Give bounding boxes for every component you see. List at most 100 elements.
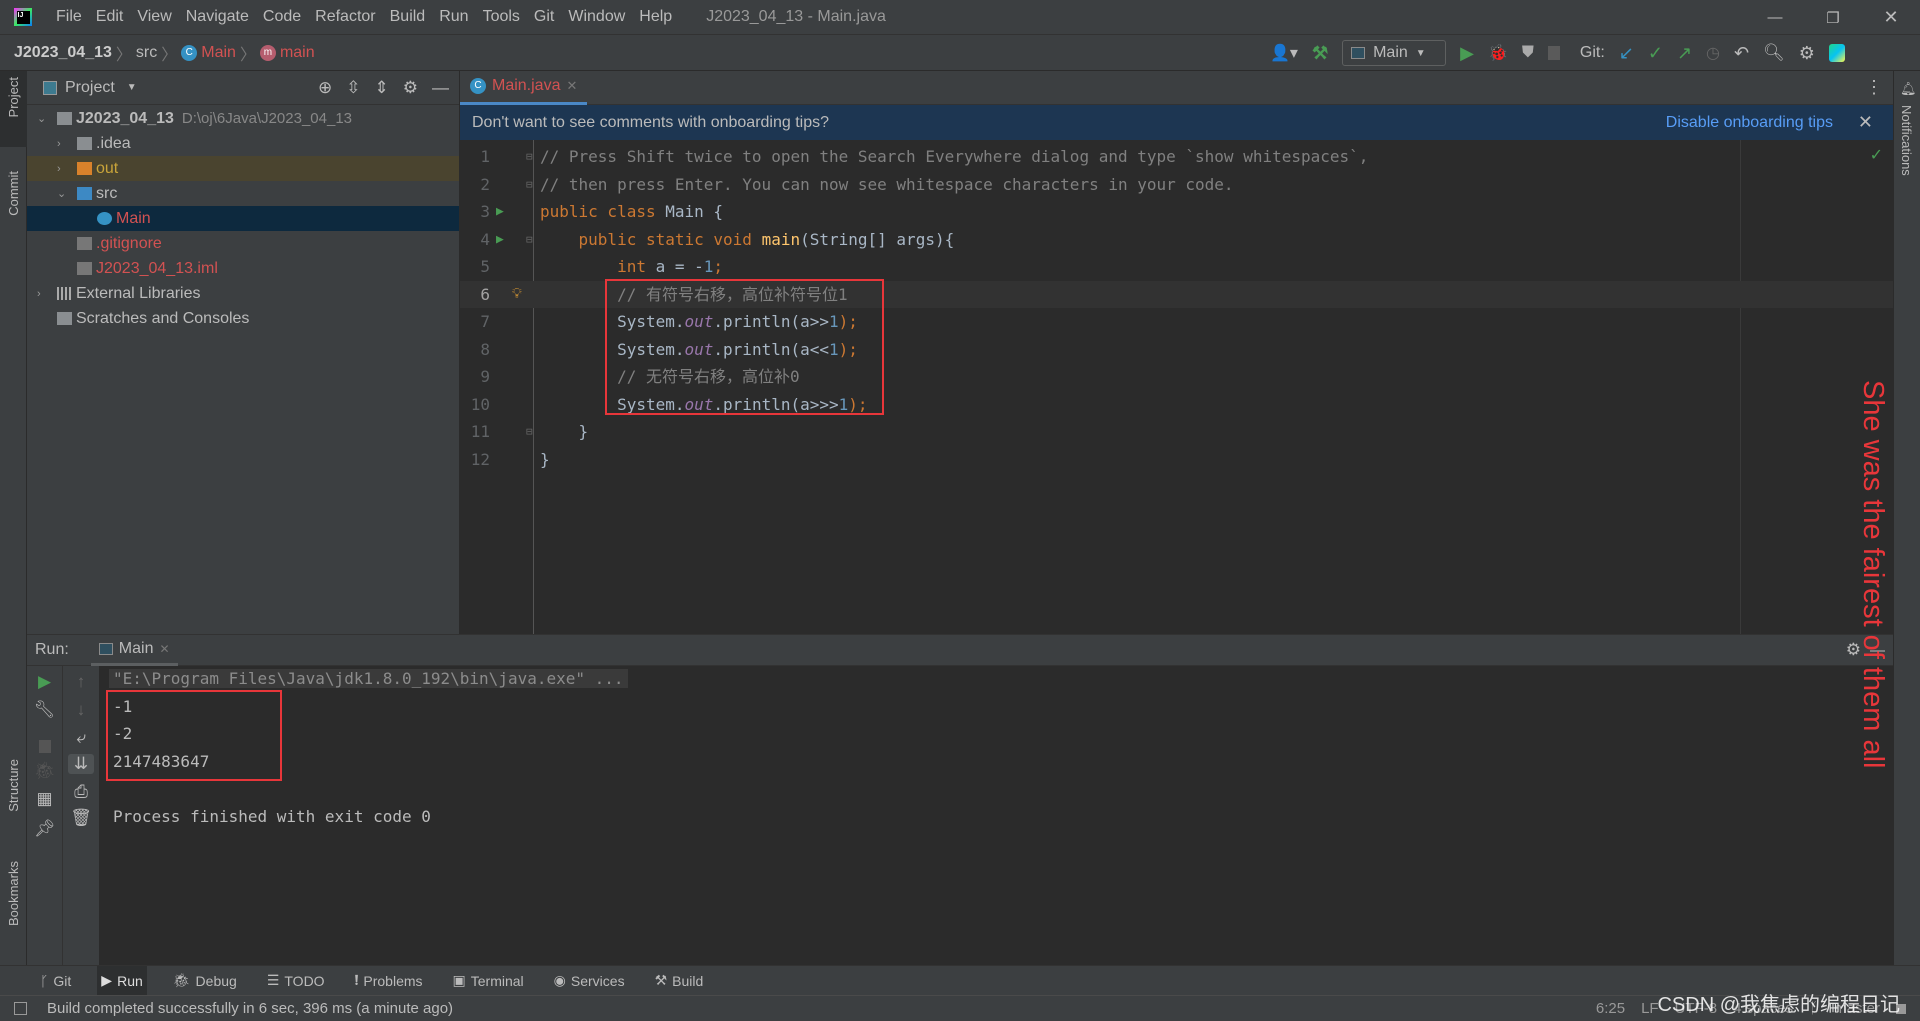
caret-position[interactable]: 6:25 xyxy=(1596,1000,1625,1017)
menu-tools[interactable]: Tools xyxy=(483,8,520,26)
status-message[interactable]: Build completed successfully in 6 sec, 3… xyxy=(47,1000,453,1017)
line-number[interactable]: 12 xyxy=(460,446,490,474)
code-line[interactable]: 4 ▶ ⊟ public static void main(String[] arg… xyxy=(460,226,1893,254)
menu-window[interactable]: Window xyxy=(568,8,625,26)
line-number[interactable]: 11 xyxy=(460,418,490,446)
line-number[interactable]: 1 xyxy=(460,143,490,171)
chevron-down-icon[interactable]: ▼ xyxy=(127,82,137,93)
menu-help[interactable]: Help xyxy=(639,8,672,26)
line-separator[interactable]: LF xyxy=(1641,1000,1659,1017)
notifications-bell-icon[interactable]: 🔔︎ xyxy=(1900,81,1917,97)
chevron-right-icon[interactable]: › xyxy=(37,288,53,300)
menu-refactor[interactable]: Refactor xyxy=(315,8,375,26)
chevron-down-icon[interactable]: ⌄ xyxy=(57,187,73,200)
menu-run[interactable]: Run xyxy=(439,8,468,26)
menu-view[interactable]: View xyxy=(137,8,171,26)
line-number[interactable]: 5 xyxy=(460,253,490,281)
code-line[interactable]: 12} xyxy=(460,446,1893,474)
lightbulb-icon[interactable]: 💡︎ xyxy=(512,281,522,309)
menu-navigate[interactable]: Navigate xyxy=(186,8,249,26)
breadcrumb-class[interactable]: Main xyxy=(201,44,236,62)
run-config-select[interactable]: Main ▼ xyxy=(1342,40,1447,66)
hide-panel-icon[interactable]: — xyxy=(432,78,449,98)
menu-file[interactable]: File xyxy=(56,8,82,26)
close-tab-icon[interactable]: ✕ xyxy=(566,78,577,94)
locate-file-icon[interactable]: ⊕ xyxy=(318,78,332,98)
close-tab-icon[interactable]: ✕ xyxy=(159,642,169,656)
bottom-tab-debug[interactable]: 🐞︎ Debug xyxy=(169,966,241,996)
line-number[interactable]: 3 xyxy=(460,198,490,226)
minimize-button[interactable]: — xyxy=(1746,9,1804,26)
line-number[interactable]: 7 xyxy=(460,308,490,336)
bookmarks-tool-button[interactable]: Bookmarks xyxy=(6,861,21,926)
notifications-tool-button[interactable]: Notifications xyxy=(1899,105,1914,176)
breadcrumb-src[interactable]: src xyxy=(136,44,157,62)
close-button[interactable]: ✕ xyxy=(1862,7,1920,28)
run-gutter-icon[interactable]: ▶ xyxy=(496,226,504,254)
fold-icon[interactable]: ⊟ xyxy=(526,143,533,171)
menu-edit[interactable]: Edit xyxy=(96,8,124,26)
code-line[interactable]: 11 ⊟ } xyxy=(460,418,1893,446)
bottom-tab-build[interactable]: ⚒ Build xyxy=(651,966,708,996)
tree-item[interactable]: ⌄ src xyxy=(27,181,459,206)
bottom-tab-terminal[interactable]: ▣ Terminal xyxy=(449,966,528,996)
tree-item[interactable]: › out xyxy=(27,156,459,181)
line-number[interactable]: 8 xyxy=(460,336,490,364)
bottom-tab-git[interactable]: ᚴ Git xyxy=(36,966,75,996)
project-tool-button[interactable]: Project xyxy=(0,71,27,147)
code-line[interactable]: 2 ⊟ // then press Enter. You can now see w… xyxy=(460,171,1893,199)
menu-git[interactable]: Git xyxy=(534,8,554,26)
history-icon[interactable]: ◷ xyxy=(1706,43,1720,63)
menu-code[interactable]: Code xyxy=(263,8,301,26)
tree-item[interactable]: .gitignore xyxy=(27,231,459,256)
build-hammer-icon[interactable]: ⚒ xyxy=(1312,43,1328,64)
bottom-tab-problems[interactable]: ❗︎ Problems xyxy=(351,966,427,996)
breadcrumb-project[interactable]: J2023_04_13 xyxy=(14,44,112,62)
stop-icon[interactable] xyxy=(1547,46,1560,60)
fold-icon[interactable]: ⊟ xyxy=(526,171,533,199)
code-line[interactable]: 1 ⊟ // Press Shift twice to open the Searc… xyxy=(460,143,1893,171)
run-icon[interactable]: ▶ xyxy=(1460,43,1474,64)
bottom-tab-todo[interactable]: ☰ TODO xyxy=(263,966,329,996)
run-gutter-icon[interactable]: ▶ xyxy=(496,198,504,226)
code-line[interactable]: 5 int a = -1; xyxy=(460,253,1893,281)
rollback-icon[interactable]: ↶ xyxy=(1734,43,1749,64)
code-area[interactable]: 1 ⊟ // Press Shift twice to open the Searc… xyxy=(460,140,1893,634)
line-number[interactable]: 6 xyxy=(460,281,490,309)
structure-tool-button[interactable]: Structure xyxy=(6,759,21,812)
expand-all-icon[interactable]: ⇳ xyxy=(346,78,360,98)
tab-main-java[interactable]: C Main.java ✕ xyxy=(460,70,588,105)
toolbox-icon[interactable] xyxy=(1828,44,1845,62)
git-update-icon[interactable]: ↙ xyxy=(1619,43,1634,64)
tree-item[interactable]: Main xyxy=(27,206,459,231)
chevron-right-icon[interactable]: › xyxy=(57,163,73,175)
chevron-right-icon[interactable]: › xyxy=(57,138,73,150)
git-commit-icon[interactable]: ✓ xyxy=(1648,43,1663,64)
toggle-tool-windows-icon[interactable] xyxy=(14,1002,27,1015)
line-number[interactable]: 2 xyxy=(460,171,490,199)
code-line[interactable]: 3 ▶ public class Main { xyxy=(460,198,1893,226)
settings-icon[interactable]: ⚙ xyxy=(403,78,418,98)
git-push-icon[interactable]: ↗ xyxy=(1677,43,1692,64)
fold-icon[interactable]: ⊟ xyxy=(526,226,533,254)
debug-icon[interactable]: 🐞 xyxy=(1488,43,1508,63)
disable-onboarding-link[interactable]: Disable onboarding tips xyxy=(1666,114,1833,132)
run-tab-main[interactable]: Main ✕ xyxy=(90,635,178,666)
line-number[interactable]: 4 xyxy=(460,226,490,254)
line-number[interactable]: 10 xyxy=(460,391,490,419)
fold-icon[interactable]: ⊟ xyxy=(526,418,533,446)
more-options-icon[interactable]: ⋮ xyxy=(1865,77,1883,98)
restore-button[interactable]: ❐ xyxy=(1804,9,1862,27)
console-output[interactable]: "E:\Program Files\Java\jdk1.8.0_192\bin\… xyxy=(27,666,1893,966)
project-view-select[interactable]: Project xyxy=(65,79,115,97)
breadcrumb-method[interactable]: main xyxy=(280,44,315,62)
menu-build[interactable]: Build xyxy=(390,8,426,26)
chevron-down-icon[interactable]: ⌄ xyxy=(37,112,53,125)
user-icon[interactable]: 👤▾ xyxy=(1270,43,1298,63)
tree-item[interactable]: › External Libraries xyxy=(27,281,459,306)
coverage-icon[interactable]: ⛊ xyxy=(1522,44,1534,62)
bottom-tab-services[interactable]: ◉ Services xyxy=(550,966,629,996)
collapse-all-icon[interactable]: ⇕ xyxy=(375,78,389,98)
line-number[interactable]: 9 xyxy=(460,363,490,391)
search-icon[interactable]: 🔍︎ xyxy=(1763,43,1785,63)
